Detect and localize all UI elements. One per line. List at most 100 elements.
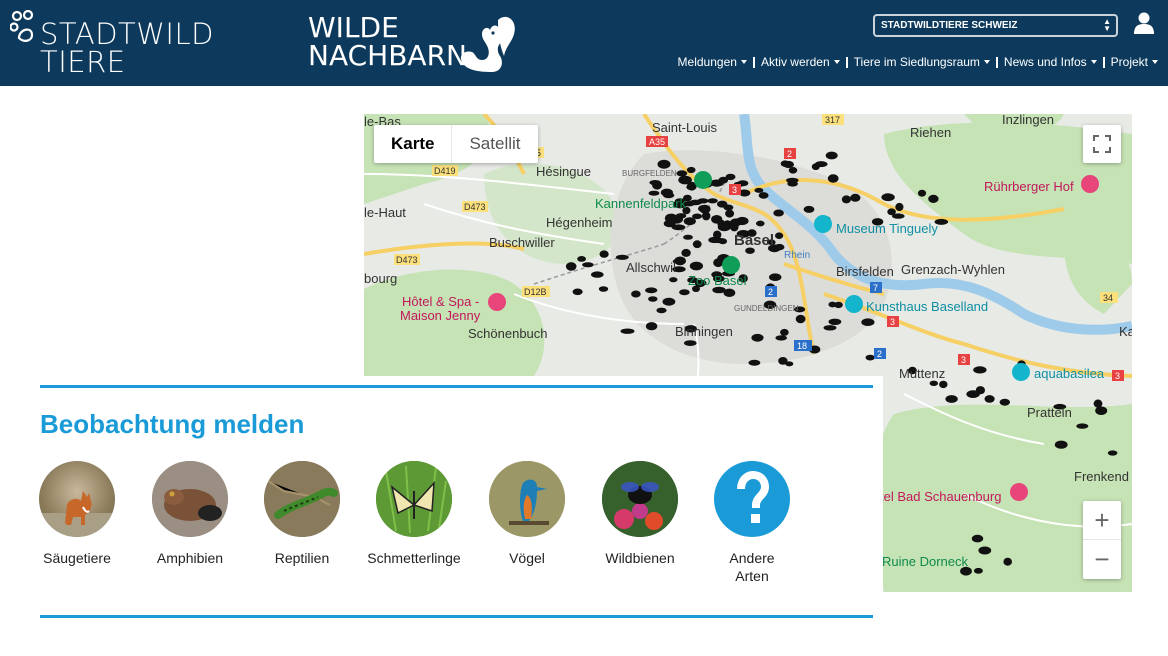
animal-marker-icon[interactable] [669,277,678,283]
animal-marker-icon[interactable] [645,322,658,331]
category-andere-arten[interactable]: Andere Arten [696,461,808,585]
animal-marker-icon[interactable] [945,395,958,403]
wilde-nachbarn-logo[interactable]: WILDE NACHBARN [308,14,515,72]
category-schmetterlinge[interactable]: Schmetterlinge [358,461,470,567]
animal-marker-icon[interactable] [966,390,980,398]
animal-marker-icon[interactable] [648,296,658,302]
animal-marker-icon[interactable] [656,307,667,314]
animal-marker-icon[interactable] [676,170,688,177]
animal-marker-icon[interactable] [823,325,837,331]
region-select[interactable]: STADTWILDTIERE SCHWEIZ ▲ ▼ [873,14,1118,37]
animal-marker-icon[interactable] [692,213,703,220]
nav-aktiv-werden[interactable]: Aktiv werden [761,55,840,69]
animal-marker-icon[interactable] [773,209,784,217]
animal-marker-icon[interactable] [689,261,703,271]
category-voegel[interactable]: Vögel [471,461,583,567]
animal-marker-icon[interactable] [827,174,839,183]
animal-marker-icon[interactable] [783,160,794,169]
animal-marker-icon[interactable] [649,180,661,186]
animal-marker-icon[interactable] [788,167,798,174]
zoom-out-button[interactable]: − [1083,540,1121,579]
animal-marker-icon[interactable] [692,240,702,249]
animal-marker-icon[interactable] [565,262,577,271]
animal-marker-icon[interactable] [680,176,689,181]
animal-marker-icon[interactable] [775,232,784,239]
animal-marker-icon[interactable] [861,318,875,326]
animal-marker-icon[interactable] [785,361,794,367]
animal-marker-icon[interactable] [1093,399,1103,408]
animal-marker-icon[interactable] [736,216,749,226]
user-icon[interactable] [1133,12,1155,34]
animal-marker-icon[interactable] [841,195,851,204]
nav-projekt[interactable]: Projekt [1111,55,1158,69]
nav-tiere-im-siedlungsraum[interactable]: Tiere im Siedlungsraum [854,55,990,69]
animal-marker-icon[interactable] [675,213,687,219]
animal-marker-icon[interactable] [780,328,789,336]
category-reptilien[interactable]: Reptilien [246,461,358,567]
animal-marker-icon[interactable] [775,335,787,341]
animal-marker-icon[interactable] [681,248,691,257]
animal-marker-icon[interactable] [572,288,583,296]
animal-marker-icon[interactable] [971,534,984,543]
animal-marker-icon[interactable] [683,234,693,240]
animal-marker-icon[interactable] [1003,557,1012,566]
fullscreen-button[interactable] [1083,125,1121,163]
animal-marker-icon[interactable] [973,567,983,574]
animal-marker-icon[interactable] [769,273,782,281]
animal-marker-icon[interactable] [725,209,735,218]
animal-marker-icon[interactable] [620,328,635,334]
animal-marker-icon[interactable] [723,204,734,211]
animal-marker-icon[interactable] [717,223,731,232]
animal-marker-icon[interactable] [887,208,896,216]
animal-marker-icon[interactable] [707,198,718,204]
animal-marker-icon[interactable] [723,288,736,297]
animal-marker-icon[interactable] [850,193,861,202]
animal-marker-icon[interactable] [631,290,641,298]
animal-marker-icon[interactable] [803,205,815,213]
animal-marker-icon[interactable] [754,187,764,193]
animal-marker-icon[interactable] [657,159,671,169]
animal-marker-icon[interactable] [674,256,686,266]
animal-marker-icon[interactable] [984,395,995,403]
animal-marker-icon[interactable] [1095,406,1108,416]
animal-marker-icon[interactable] [786,177,799,183]
animal-marker-icon[interactable] [591,271,604,278]
animal-marker-icon[interactable] [699,204,711,214]
animal-marker-icon[interactable] [1107,450,1118,456]
animal-marker-icon[interactable] [828,318,842,325]
animal-marker-icon[interactable] [598,286,609,292]
animal-marker-icon[interactable] [711,215,723,224]
animal-marker-icon[interactable] [939,380,948,389]
animal-marker-icon[interactable] [697,198,709,204]
animal-marker-icon[interactable] [684,340,697,346]
animal-marker-icon[interactable] [758,192,769,199]
animal-marker-icon[interactable] [679,289,690,296]
animal-marker-icon[interactable] [712,237,726,244]
map-type-satellit[interactable]: Satellit [452,125,537,163]
category-amphibien[interactable]: Amphibien [134,461,246,567]
animal-marker-icon[interactable] [895,202,904,212]
animal-marker-icon[interactable] [928,194,939,203]
zoom-in-button[interactable]: + [1083,501,1121,540]
animal-marker-icon[interactable] [881,193,895,202]
animal-marker-icon[interactable] [795,314,806,324]
animal-marker-icon[interactable] [917,189,927,197]
animal-marker-icon[interactable] [662,297,676,306]
category-wildbienen[interactable]: Wildbienen [584,461,696,567]
animal-marker-icon[interactable] [751,333,764,342]
animal-marker-icon[interactable] [834,301,843,309]
animal-marker-icon[interactable] [811,163,820,171]
nav-news-und-infos[interactable]: News und Infos [1004,55,1097,69]
animal-marker-icon[interactable] [865,354,875,361]
animal-marker-icon[interactable] [1076,423,1089,429]
nav-meldungen[interactable]: Meldungen [678,55,747,69]
animal-marker-icon[interactable] [686,166,696,174]
animal-marker-icon[interactable] [756,220,765,227]
animal-marker-icon[interactable] [973,366,987,374]
category-saeugetiere[interactable]: Säugetiere [21,461,133,567]
animal-marker-icon[interactable] [929,380,938,386]
animal-marker-icon[interactable] [582,262,594,268]
animal-marker-icon[interactable] [599,250,609,258]
animal-marker-icon[interactable] [748,359,761,366]
animal-marker-icon[interactable] [577,256,586,262]
